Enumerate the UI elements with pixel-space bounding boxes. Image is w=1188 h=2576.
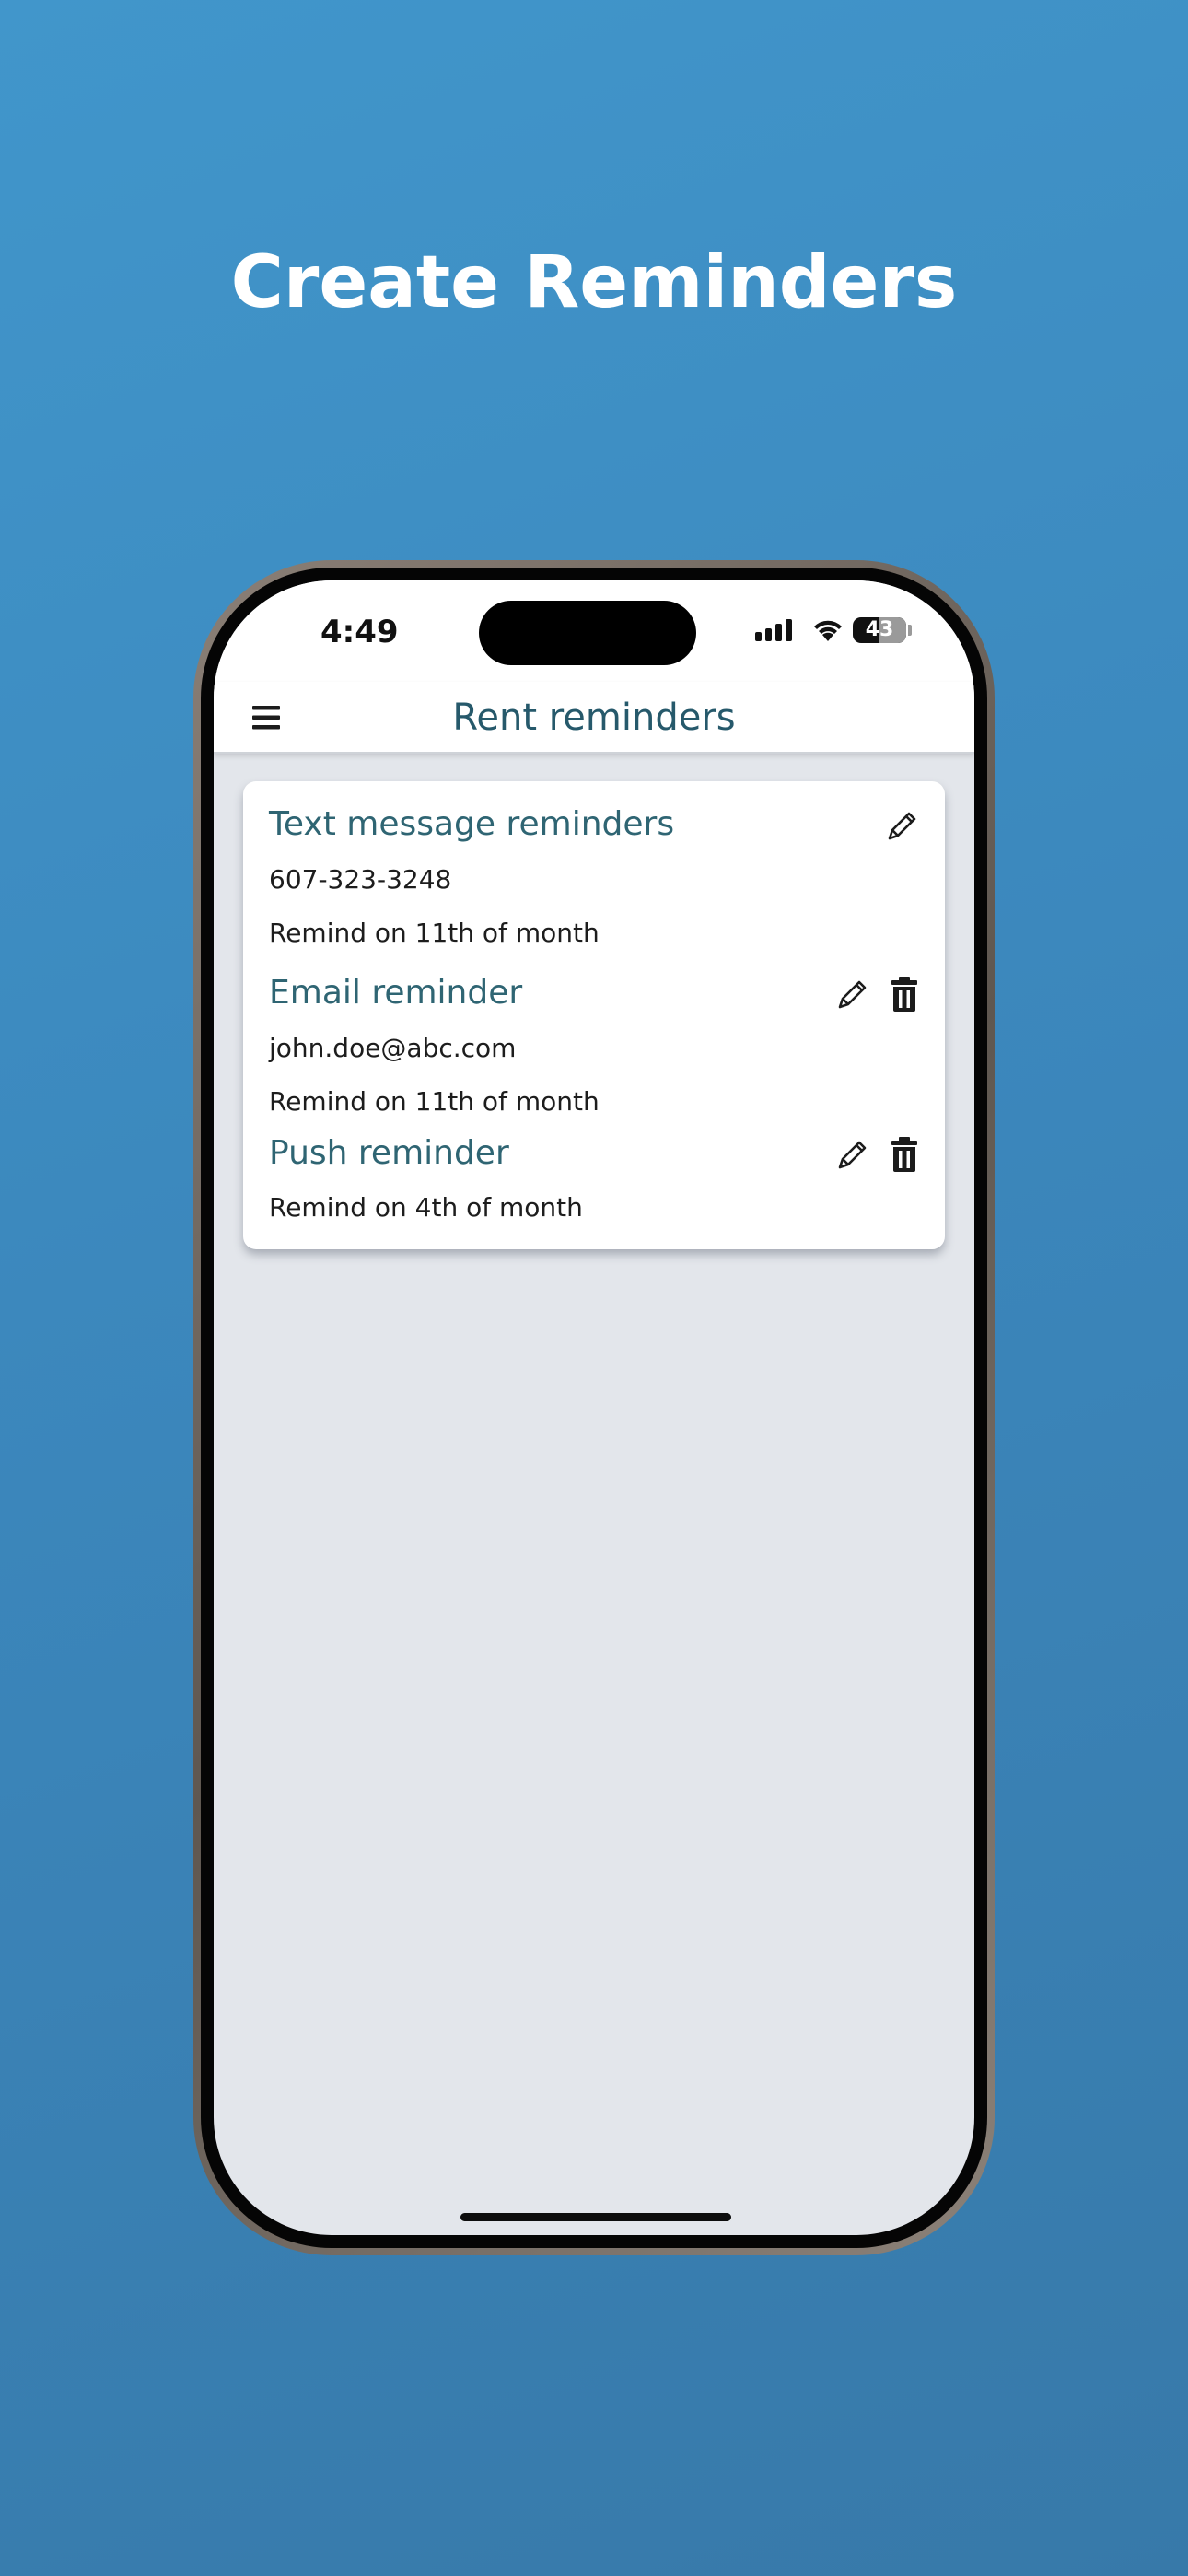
reminder-title-email: Email reminder [269, 974, 523, 1012]
promo-headline: Create Reminders [230, 241, 958, 324]
battery-cap [908, 625, 912, 636]
reminder-schedule-text: Remind on 11th of month [269, 918, 600, 948]
reminder-title-push: Push reminder [269, 1134, 509, 1172]
reminder-phone-number: 607-323-3248 [269, 864, 452, 895]
trash-icon [891, 977, 917, 1012]
reminder-email-address: john.doe@abc.com [269, 1033, 517, 1063]
status-time: 4:49 [320, 614, 399, 650]
delete-email-reminder-button[interactable] [884, 974, 925, 1014]
reminder-title-text-message: Text message reminders [269, 805, 675, 843]
battery-icon: 43 [853, 617, 906, 643]
wifi-icon [814, 620, 842, 641]
delete-push-reminder-button[interactable] [884, 1134, 925, 1175]
edit-text-reminder-button[interactable] [882, 805, 923, 846]
battery-level: 43 [865, 618, 894, 641]
edit-push-reminder-button[interactable] [833, 1134, 873, 1175]
cellular-signal-icon [755, 619, 792, 641]
pencil-icon [888, 812, 916, 840]
page-title: Rent reminders [452, 697, 736, 739]
dynamic-island [479, 601, 696, 665]
status-bar: 4:49 43 [214, 580, 974, 682]
home-indicator[interactable] [460, 2213, 731, 2221]
top-nav-bar: Rent reminders [214, 682, 974, 754]
phone-screen: 4:49 43 Rent reminders Text message remi… [214, 580, 974, 2235]
reminder-schedule-push: Remind on 4th of month [269, 1192, 583, 1223]
edit-email-reminder-button[interactable] [833, 974, 873, 1014]
pencil-icon [838, 1141, 867, 1169]
reminder-schedule-email: Remind on 11th of month [269, 1086, 600, 1117]
trash-icon [891, 1137, 917, 1172]
pencil-icon [838, 980, 867, 1009]
reminders-card: Text message reminders 607-323-3248 Remi… [243, 781, 945, 1249]
